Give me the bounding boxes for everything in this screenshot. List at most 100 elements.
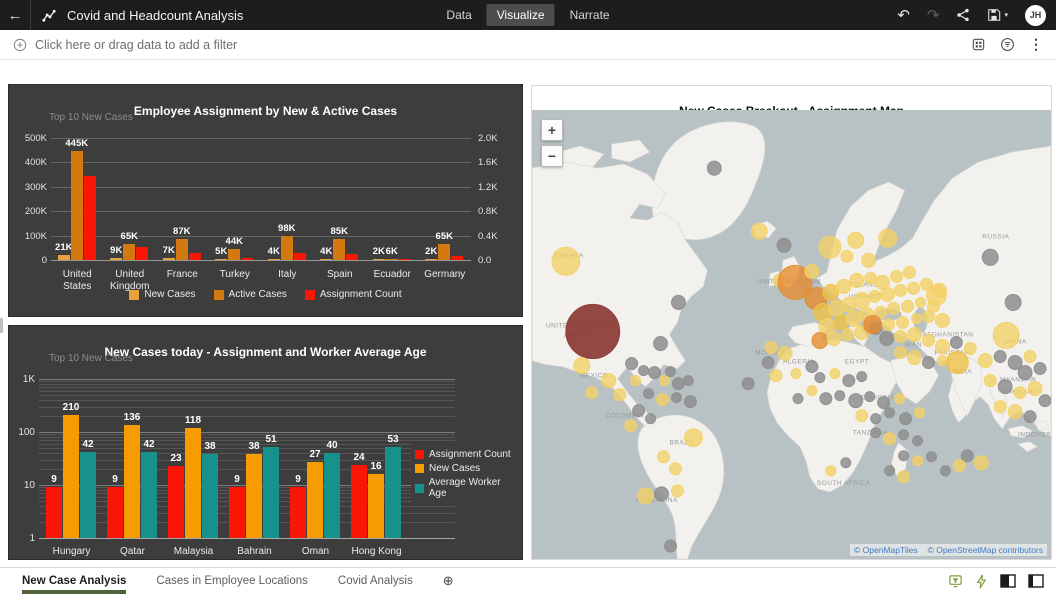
bar-assignment-count[interactable] [229,487,245,538]
map-bubble-gray[interactable] [835,391,845,401]
map-bubble-gray[interactable] [899,451,909,461]
add-filter-label[interactable]: Click here or drag data to add a filter [35,38,237,52]
map-bubble-yellow[interactable] [879,229,897,247]
map-bubble-gray[interactable] [926,452,936,462]
map-bubble-gray[interactable] [940,466,950,476]
bar-assignment-count[interactable] [46,487,62,538]
legend-item[interactable]: Average Worker Age [415,477,518,499]
map-bubble-gray[interactable] [1024,411,1036,423]
bar-assignment-count[interactable] [351,465,367,538]
bar-active-cases[interactable] [438,244,450,260]
bar-average-worker-age[interactable] [385,447,401,538]
bar-assignment-count[interactable] [399,259,411,260]
attribution-openstreetmap[interactable]: © OpenStreetMap contributors [928,545,1043,555]
map-bubble-yellow[interactable] [895,394,905,404]
map-bubble-gray[interactable] [793,394,803,404]
map-bubble-orange[interactable] [864,315,882,333]
bar-new-cases[interactable] [110,258,122,260]
legend-item[interactable]: Assignment Count [305,289,402,300]
map-bubble-yellow[interactable] [974,456,988,470]
bar-assignment-count[interactable] [189,253,201,260]
add-canvas-icon[interactable]: ⊕ [443,568,454,594]
map-bubble-yellow[interactable] [1014,387,1026,399]
map-bubble-gray[interactable] [857,372,867,382]
map-bubble-gray[interactable] [742,378,754,390]
legend-item[interactable]: New Cases [129,289,195,300]
map-bubble-gray[interactable] [849,394,863,408]
map-bubble-gray[interactable] [885,466,895,476]
redo-icon[interactable]: ↷ [927,8,940,23]
map-bubble-yellow[interactable] [1028,382,1042,396]
map-bubble-gray[interactable] [762,357,774,369]
map-bubble-yellow[interactable] [897,316,909,328]
map-bubble-yellow[interactable] [902,300,914,312]
tab-visualize[interactable]: Visualize [487,4,555,26]
map-bubble-gray[interactable] [998,380,1012,394]
map-bubble-yellow[interactable] [846,310,862,326]
attribution-openmaptiles[interactable]: © OpenMapTiles [854,545,918,555]
map-bubble-yellow[interactable] [586,387,598,399]
canvas-filter-icon[interactable] [948,574,963,589]
map-bubble-gray[interactable] [950,337,962,349]
map-bubble-gray[interactable] [994,351,1006,363]
bar-new-cases[interactable] [368,474,384,538]
bar-assignment-count[interactable] [84,176,96,260]
map-bubble-yellow[interactable] [922,310,934,322]
map-bubble-yellow[interactable] [625,420,637,432]
bar-active-cases[interactable] [123,244,135,260]
map-bubble-gray[interactable] [649,367,661,379]
bar-active-cases[interactable] [281,236,293,260]
map-bubble-yellow[interactable] [904,266,916,278]
zoom-out-button[interactable]: − [541,145,563,167]
map-bubble-gray[interactable] [899,430,909,440]
save-button[interactable]: ▾ [987,8,1008,22]
map-bubble-yellow[interactable] [994,401,1006,413]
map-bubble-yellow[interactable] [631,376,641,386]
map-bubble-gray[interactable] [880,331,894,345]
bar-new-cases[interactable] [373,259,385,260]
bar-new-cases[interactable] [63,415,79,538]
map-bubble-yellow[interactable] [913,456,923,466]
map-bubble-yellow[interactable] [669,463,681,475]
tab-narrate[interactable]: Narrate [560,4,620,26]
map-bubble-orange[interactable] [812,332,828,348]
bar-assignment-count[interactable] [294,253,306,260]
canvas-tab-cases-in-employee-locations[interactable]: Cases in Employee Locations [156,568,308,594]
legend-item[interactable]: Assignment Count [415,449,518,460]
zoom-in-button[interactable]: + [541,119,563,141]
map-bubble-yellow[interactable] [908,351,922,365]
map-bubble-yellow[interactable] [912,313,922,323]
bar-average-worker-age[interactable] [141,452,157,538]
undo-icon[interactable]: ↶ [897,8,910,23]
bar-new-cases[interactable] [320,259,332,260]
map-bubble-yellow[interactable] [765,342,777,354]
map-bubble-yellow[interactable] [984,375,996,387]
map-bubble-yellow[interactable] [684,429,702,447]
map-bubble-yellow[interactable] [854,292,870,308]
map-bubble-yellow[interactable] [751,223,767,239]
map-bubble-gray[interactable] [671,295,685,309]
map-bubble-yellow[interactable] [614,389,626,401]
bar-new-cases[interactable] [307,462,323,538]
map-bubble-gray[interactable] [672,378,684,390]
map-bubble-yellow[interactable] [908,327,922,341]
map-bubble-yellow[interactable] [953,460,965,472]
bar-new-cases[interactable] [215,259,227,260]
map-bubble-gray[interactable] [671,393,681,403]
bar-active-cases[interactable] [71,151,83,260]
map-bubble-yellow[interactable] [935,313,949,327]
map-bubble-yellow[interactable] [827,331,841,345]
map-bubble-yellow[interactable] [978,354,992,368]
bar-assignment-count[interactable] [290,487,306,538]
map-bubble-yellow[interactable] [881,287,895,301]
map-bubble-yellow[interactable] [848,232,864,248]
map-bubble-gray[interactable] [633,405,645,417]
map-bubble-yellow[interactable] [895,284,907,296]
canvas-tab-new-case-analysis[interactable]: New Case Analysis [22,568,126,594]
map-bubble-gray[interactable] [806,361,818,373]
map-bubble-yellow[interactable] [791,369,801,379]
map-bubble-yellow[interactable] [916,297,926,307]
map-bubble-yellow[interactable] [1024,351,1036,363]
bar-assignment-count[interactable] [168,466,184,538]
add-filter-icon[interactable] [13,38,27,52]
